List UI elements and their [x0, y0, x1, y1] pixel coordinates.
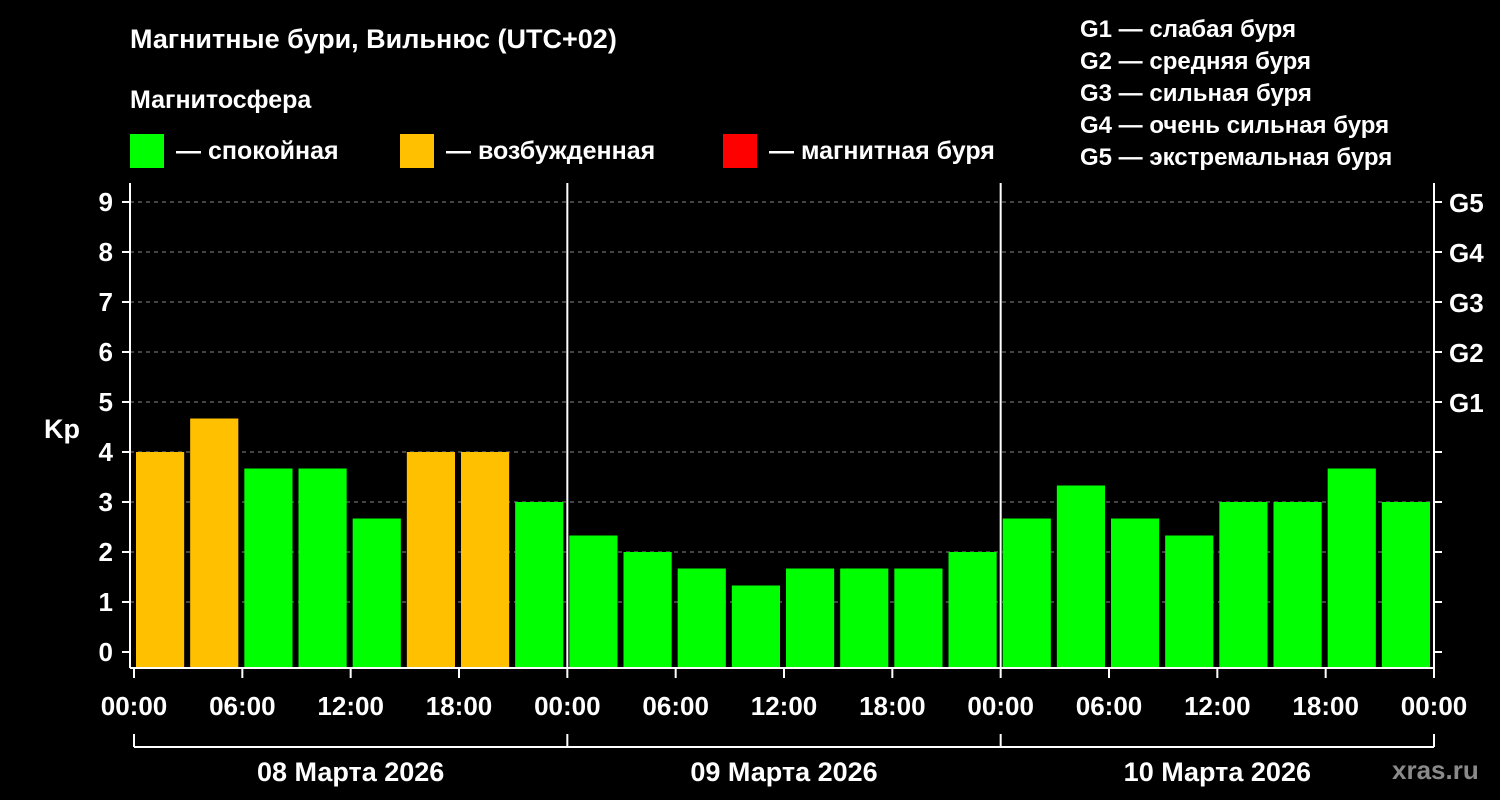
- kp-bar: [623, 552, 672, 668]
- kp-bar: [1327, 468, 1376, 668]
- kp-bar: [948, 552, 997, 668]
- kp-bar: [244, 468, 293, 668]
- g-level-label: G3: [1449, 288, 1484, 318]
- kp-bar: [569, 535, 618, 668]
- x-tick-label: 12:00: [751, 691, 818, 721]
- kp-bar: [136, 452, 185, 668]
- g-level-label: G1: [1449, 388, 1484, 418]
- kp-bar: [515, 502, 564, 668]
- x-tick-label: 00:00: [534, 691, 601, 721]
- x-tick-label: 18:00: [859, 691, 926, 721]
- x-tick-label: 12:00: [1184, 691, 1251, 721]
- g-level-label: G2: [1449, 338, 1484, 368]
- kp-bar: [1056, 485, 1105, 668]
- day-label: 09 Марта 2026: [690, 757, 877, 787]
- kp-bar: [894, 568, 943, 668]
- x-tick-label: 18:00: [1292, 691, 1359, 721]
- y-tick-label: 6: [99, 337, 113, 367]
- y-axis-label: Kp: [44, 414, 80, 444]
- y-tick-label: 4: [99, 437, 114, 467]
- kp-bar: [840, 568, 889, 668]
- kp-bar: [786, 568, 835, 668]
- y-tick-label: 2: [99, 537, 113, 567]
- kp-bar: [1165, 535, 1214, 668]
- x-tick-label: 00:00: [101, 691, 168, 721]
- kp-bar: [1381, 502, 1430, 668]
- day-label: 10 Марта 2026: [1124, 757, 1311, 787]
- x-tick-label: 12:00: [317, 691, 384, 721]
- g-level-label: G5: [1449, 188, 1484, 218]
- y-tick-label: 1: [99, 587, 113, 617]
- kp-bar-chart: Kp 0 1 2 3 4 5 6 7 8 9 G1 G2 G3 G4 G5 00:00 06:00 12:00 18…: [44, 183, 1484, 787]
- y-tick-label: 8: [99, 237, 113, 267]
- kp-bar: [731, 585, 780, 668]
- watermark: xras.ru: [1392, 755, 1479, 785]
- y-tick-label: 3: [99, 487, 113, 517]
- x-tick-label: 06:00: [642, 691, 709, 721]
- x-tick-label: 06:00: [1076, 691, 1143, 721]
- kp-bar: [1002, 518, 1051, 668]
- y-tick-label: 5: [99, 387, 113, 417]
- kp-bar: [1219, 502, 1268, 668]
- g-level-label: G4: [1449, 238, 1484, 268]
- day-label: 08 Марта 2026: [257, 757, 444, 787]
- kp-bar: [1273, 502, 1322, 668]
- x-tick-label: 00:00: [967, 691, 1034, 721]
- x-tick-label: 18:00: [426, 691, 493, 721]
- kp-bar: [1111, 518, 1160, 668]
- y-tick-label: 0: [99, 637, 113, 667]
- kp-bar: [406, 452, 455, 668]
- kp-bar: [190, 418, 239, 668]
- y-tick-label: 7: [99, 287, 113, 317]
- kp-bar: [352, 518, 401, 668]
- kp-bar: [298, 468, 347, 668]
- x-tick-label: 06:00: [209, 691, 276, 721]
- kp-bar: [461, 452, 510, 668]
- y-tick-label: 9: [99, 187, 113, 217]
- kp-bar: [677, 568, 726, 668]
- x-tick-label: 00:00: [1401, 691, 1468, 721]
